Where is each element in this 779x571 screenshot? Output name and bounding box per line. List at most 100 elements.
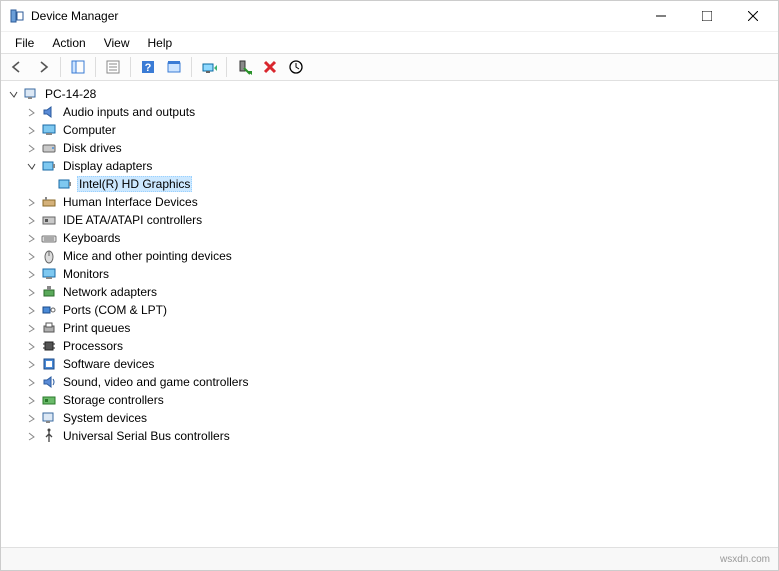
maximize-button[interactable]	[684, 1, 730, 31]
chevron-right-icon[interactable]	[25, 232, 37, 244]
tree-label: Storage controllers	[61, 393, 166, 407]
system-icon	[41, 410, 57, 426]
tree-label: Processors	[61, 339, 125, 353]
forward-button[interactable]	[31, 55, 55, 79]
hid-icon	[41, 194, 57, 210]
tree-node-usb[interactable]: Universal Serial Bus controllers	[1, 427, 778, 445]
device-tree[interactable]: PC-14-28 Audio inputs and outputs Comput…	[1, 81, 778, 548]
tree-node-processors[interactable]: Processors	[1, 337, 778, 355]
watermark-text: wsxdn.com	[720, 554, 770, 565]
statusbar: wsxdn.com	[1, 548, 778, 570]
chevron-right-icon[interactable]	[25, 304, 37, 316]
keyboard-icon	[41, 230, 57, 246]
tree-label: Keyboards	[61, 231, 122, 245]
monitor-icon	[41, 266, 57, 282]
chevron-down-icon[interactable]	[25, 160, 37, 172]
chevron-right-icon[interactable]	[25, 286, 37, 298]
audio-icon	[41, 104, 57, 120]
chevron-right-icon[interactable]	[25, 394, 37, 406]
tree-node-system[interactable]: System devices	[1, 409, 778, 427]
menu-help[interactable]: Help	[140, 34, 181, 52]
display-adapter-icon	[57, 176, 73, 192]
chevron-down-icon[interactable]	[7, 88, 19, 100]
chevron-right-icon[interactable]	[25, 376, 37, 388]
properties-button[interactable]	[101, 55, 125, 79]
chevron-right-icon[interactable]	[25, 268, 37, 280]
tree-label: Disk drives	[61, 141, 124, 155]
cpu-icon	[41, 338, 57, 354]
tree-node-computer[interactable]: Computer	[1, 121, 778, 139]
tree-node-keyboards[interactable]: Keyboards	[1, 229, 778, 247]
chevron-right-icon[interactable]	[25, 322, 37, 334]
tree-label: Network adapters	[61, 285, 159, 299]
help-button[interactable]: ?	[136, 55, 160, 79]
tree-label: Human Interface Devices	[61, 195, 200, 209]
tree-label: Universal Serial Bus controllers	[61, 429, 232, 443]
usb-icon	[41, 428, 57, 444]
tree-node-disk[interactable]: Disk drives	[1, 139, 778, 157]
tree-label: PC-14-28	[43, 87, 98, 101]
toolbar-separator	[226, 57, 227, 77]
toolbar-separator	[60, 57, 61, 77]
tree-label: Mice and other pointing devices	[61, 249, 234, 263]
tree-node-audio[interactable]: Audio inputs and outputs	[1, 103, 778, 121]
sound-icon	[41, 374, 57, 390]
toolbar-separator	[95, 57, 96, 77]
ide-icon	[41, 212, 57, 228]
menubar: File Action View Help	[1, 31, 778, 53]
close-button[interactable]	[730, 1, 776, 31]
tree-label: IDE ATA/ATAPI controllers	[61, 213, 204, 227]
tree-node-mice[interactable]: Mice and other pointing devices	[1, 247, 778, 265]
chevron-right-icon[interactable]	[25, 340, 37, 352]
display-adapter-icon	[41, 158, 57, 174]
chevron-right-icon[interactable]	[25, 142, 37, 154]
tree-node-display[interactable]: Display adapters	[1, 157, 778, 175]
chevron-right-icon[interactable]	[25, 250, 37, 262]
chevron-right-icon[interactable]	[25, 106, 37, 118]
scan-hardware-button[interactable]	[284, 55, 308, 79]
disk-icon	[41, 140, 57, 156]
tree-node-ide[interactable]: IDE ATA/ATAPI controllers	[1, 211, 778, 229]
tree-node-printq[interactable]: Print queues	[1, 319, 778, 337]
tree-node-root[interactable]: PC-14-28	[1, 85, 778, 103]
software-icon	[41, 356, 57, 372]
titlebar: Device Manager	[1, 1, 778, 31]
tree-node-storage[interactable]: Storage controllers	[1, 391, 778, 409]
action-button[interactable]	[162, 55, 186, 79]
chevron-right-icon[interactable]	[25, 196, 37, 208]
tree-label: Software devices	[61, 357, 156, 371]
tree-node-ports[interactable]: Ports (COM & LPT)	[1, 301, 778, 319]
uninstall-device-button[interactable]	[258, 55, 282, 79]
chevron-right-icon[interactable]	[25, 124, 37, 136]
tree-node-sound[interactable]: Sound, video and game controllers	[1, 373, 778, 391]
tree-label: Audio inputs and outputs	[61, 105, 197, 119]
storage-icon	[41, 392, 57, 408]
toolbar-separator	[191, 57, 192, 77]
menu-action[interactable]: Action	[44, 34, 93, 52]
minimize-button[interactable]	[638, 1, 684, 31]
update-driver-button[interactable]	[197, 55, 221, 79]
tree-node-software[interactable]: Software devices	[1, 355, 778, 373]
tree-label: System devices	[61, 411, 149, 425]
chevron-right-icon[interactable]	[25, 430, 37, 442]
tree-label-selected: Intel(R) HD Graphics	[77, 176, 192, 192]
show-hide-tree-button[interactable]	[66, 55, 90, 79]
tree-node-monitors[interactable]: Monitors	[1, 265, 778, 283]
network-icon	[41, 284, 57, 300]
chevron-right-icon[interactable]	[25, 358, 37, 370]
tree-node-hid[interactable]: Human Interface Devices	[1, 193, 778, 211]
toolbar: ?	[1, 53, 778, 81]
back-button[interactable]	[5, 55, 29, 79]
chevron-right-icon[interactable]	[25, 412, 37, 424]
tree-label: Print queues	[61, 321, 132, 335]
menu-view[interactable]: View	[96, 34, 138, 52]
chevron-right-icon[interactable]	[25, 214, 37, 226]
toolbar-separator	[130, 57, 131, 77]
tree-label: Monitors	[61, 267, 111, 281]
enable-device-button[interactable]	[232, 55, 256, 79]
tree-node-network[interactable]: Network adapters	[1, 283, 778, 301]
tree-label: Sound, video and game controllers	[61, 375, 250, 389]
menu-file[interactable]: File	[7, 34, 42, 52]
svg-text:?: ?	[145, 62, 152, 74]
tree-node-intel-hd[interactable]: Intel(R) HD Graphics	[1, 175, 778, 193]
